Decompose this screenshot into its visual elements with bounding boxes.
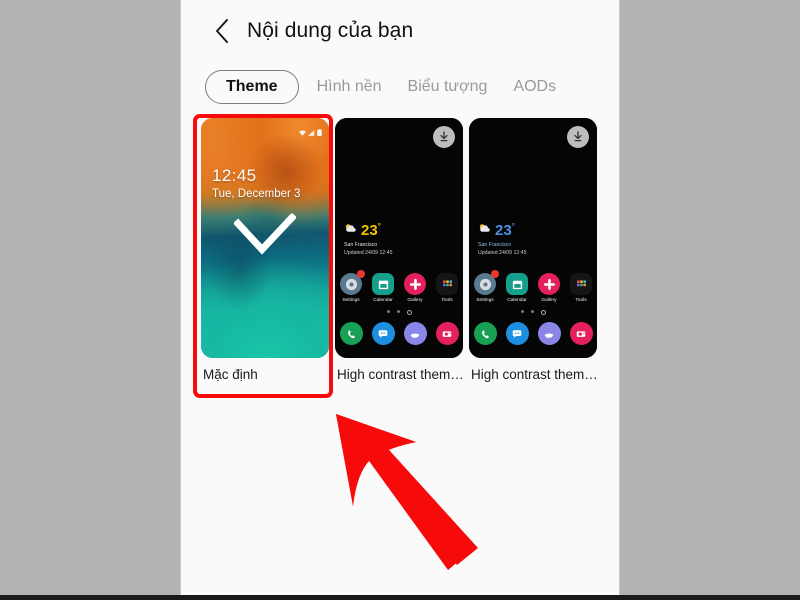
browser-icon[interactable] [403, 322, 427, 345]
home-dock [335, 322, 463, 345]
app-gallery[interactable]: Gallery [401, 273, 429, 303]
app-tools[interactable]: Tools [567, 273, 595, 303]
weather-city: San Francisco [344, 242, 378, 248]
weather-updated: Updated 24/09 12:45 [344, 250, 393, 256]
home-app-row: Settings Calendar Gallery Tools [469, 270, 597, 303]
page-dot [530, 310, 534, 313]
phone-viewport: Nội dung của bạn Theme Hình nền Biểu tượ… [180, 0, 620, 595]
notification-badge [491, 270, 499, 278]
theme-card-label: Mặc định [203, 367, 258, 382]
screenshot-canvas: Nội dung của bạn Theme Hình nền Biểu tượ… [0, 0, 800, 600]
app-label: Calendar [373, 298, 393, 303]
app-settings[interactable]: Settings [471, 270, 499, 303]
flower-icon [538, 273, 560, 295]
phone-icon[interactable] [339, 322, 363, 345]
app-label: Settings [476, 298, 494, 303]
theme-thumbnail[interactable]: 23° San Francisco Updated 24/09 12:45 Se… [469, 118, 597, 358]
calendar-icon [372, 273, 394, 295]
app-label: Gallery [407, 298, 423, 303]
page-dot [386, 310, 390, 313]
theme-card-label: High contrast them… [471, 367, 597, 382]
degree-symbol: ° [511, 221, 515, 231]
signal-icon [308, 123, 315, 141]
camera-icon[interactable] [569, 322, 593, 345]
download-icon[interactable] [433, 126, 455, 148]
wifi-icon [299, 123, 306, 141]
app-tools[interactable]: Tools [433, 273, 461, 303]
message-icon[interactable] [505, 322, 529, 345]
check-icon [233, 212, 297, 263]
page-dot-active [540, 310, 546, 315]
page-dot-active [406, 310, 412, 315]
theme-thumbnail[interactable]: 12:45 Tue, December 3 [201, 118, 329, 358]
lock-screen-date: Tue, December 3 [212, 188, 301, 200]
app-calendar[interactable]: Calendar [369, 273, 397, 303]
theme-thumbnail[interactable]: 23° San Francisco Updated 24/09 12:45 Se… [335, 118, 463, 358]
browser-icon[interactable] [537, 322, 561, 345]
tab-icons[interactable]: Biểu tượng [408, 78, 488, 96]
home-dock [469, 322, 597, 345]
theme-card-default[interactable]: 12:45 Tue, December 3 Mặc định [201, 118, 329, 382]
tab-theme[interactable]: Theme [205, 70, 299, 104]
page-indicator [469, 310, 597, 315]
theme-grid: 12:45 Tue, December 3 Mặc định 23° San F… [201, 118, 597, 382]
camera-icon[interactable] [435, 322, 459, 345]
message-icon[interactable] [371, 322, 395, 345]
status-bar [299, 123, 322, 141]
app-label: Gallery [541, 298, 557, 303]
theme-card-label: High contrast them… [337, 367, 463, 382]
weather-widget[interactable]: 23° San Francisco Updated 24/09 12:45 [344, 221, 392, 256]
tab-bar: Theme Hình nền Biểu tượng AODs [181, 64, 619, 110]
page-indicator [335, 310, 463, 315]
page-dot [396, 310, 400, 313]
page-dot [520, 310, 524, 313]
degree-symbol: ° [377, 221, 381, 231]
weather-temperature: 23° [361, 221, 381, 239]
gear-icon [474, 270, 499, 295]
lock-screen-time: 12:45 [212, 166, 257, 185]
folder-icon [570, 273, 592, 295]
app-gallery[interactable]: Gallery [535, 273, 563, 303]
app-settings[interactable]: Settings [337, 270, 365, 303]
page-title: Nội dung của bạn [247, 19, 414, 42]
home-app-row: Settings Calendar Gallery Tools [335, 270, 463, 303]
battery-icon [317, 123, 322, 141]
download-icon[interactable] [567, 126, 589, 148]
weather-city: San Francisco [478, 242, 512, 248]
folder-icon [436, 273, 458, 295]
app-calendar[interactable]: Calendar [503, 273, 531, 303]
partly-cloudy-icon [478, 221, 491, 239]
app-label: Calendar [507, 298, 527, 303]
screenshot-bottom-border [0, 595, 800, 600]
app-label: Settings [342, 298, 360, 303]
theme-card-high-contrast-1[interactable]: 23° San Francisco Updated 24/09 12:45 Se… [335, 118, 463, 382]
notification-badge [357, 270, 365, 278]
chevron-left-icon [214, 18, 230, 44]
tab-wallpaper[interactable]: Hình nền [317, 78, 382, 96]
calendar-icon [506, 273, 528, 295]
weather-updated: Updated 24/09 12:45 [478, 250, 527, 256]
weather-widget[interactable]: 23° San Francisco Updated 24/09 12:45 [478, 221, 526, 256]
flower-icon [404, 273, 426, 295]
theme-card-high-contrast-2[interactable]: 23° San Francisco Updated 24/09 12:45 Se… [469, 118, 597, 382]
weather-temperature: 23° [495, 221, 515, 239]
partly-cloudy-icon [344, 221, 357, 239]
tab-aods[interactable]: AODs [513, 78, 556, 96]
app-label: Tools [441, 298, 453, 303]
gear-icon [340, 270, 365, 295]
phone-icon[interactable] [473, 322, 497, 345]
app-bar: Nội dung của bạn [181, 0, 619, 62]
back-button[interactable] [205, 14, 239, 48]
app-label: Tools [575, 298, 587, 303]
